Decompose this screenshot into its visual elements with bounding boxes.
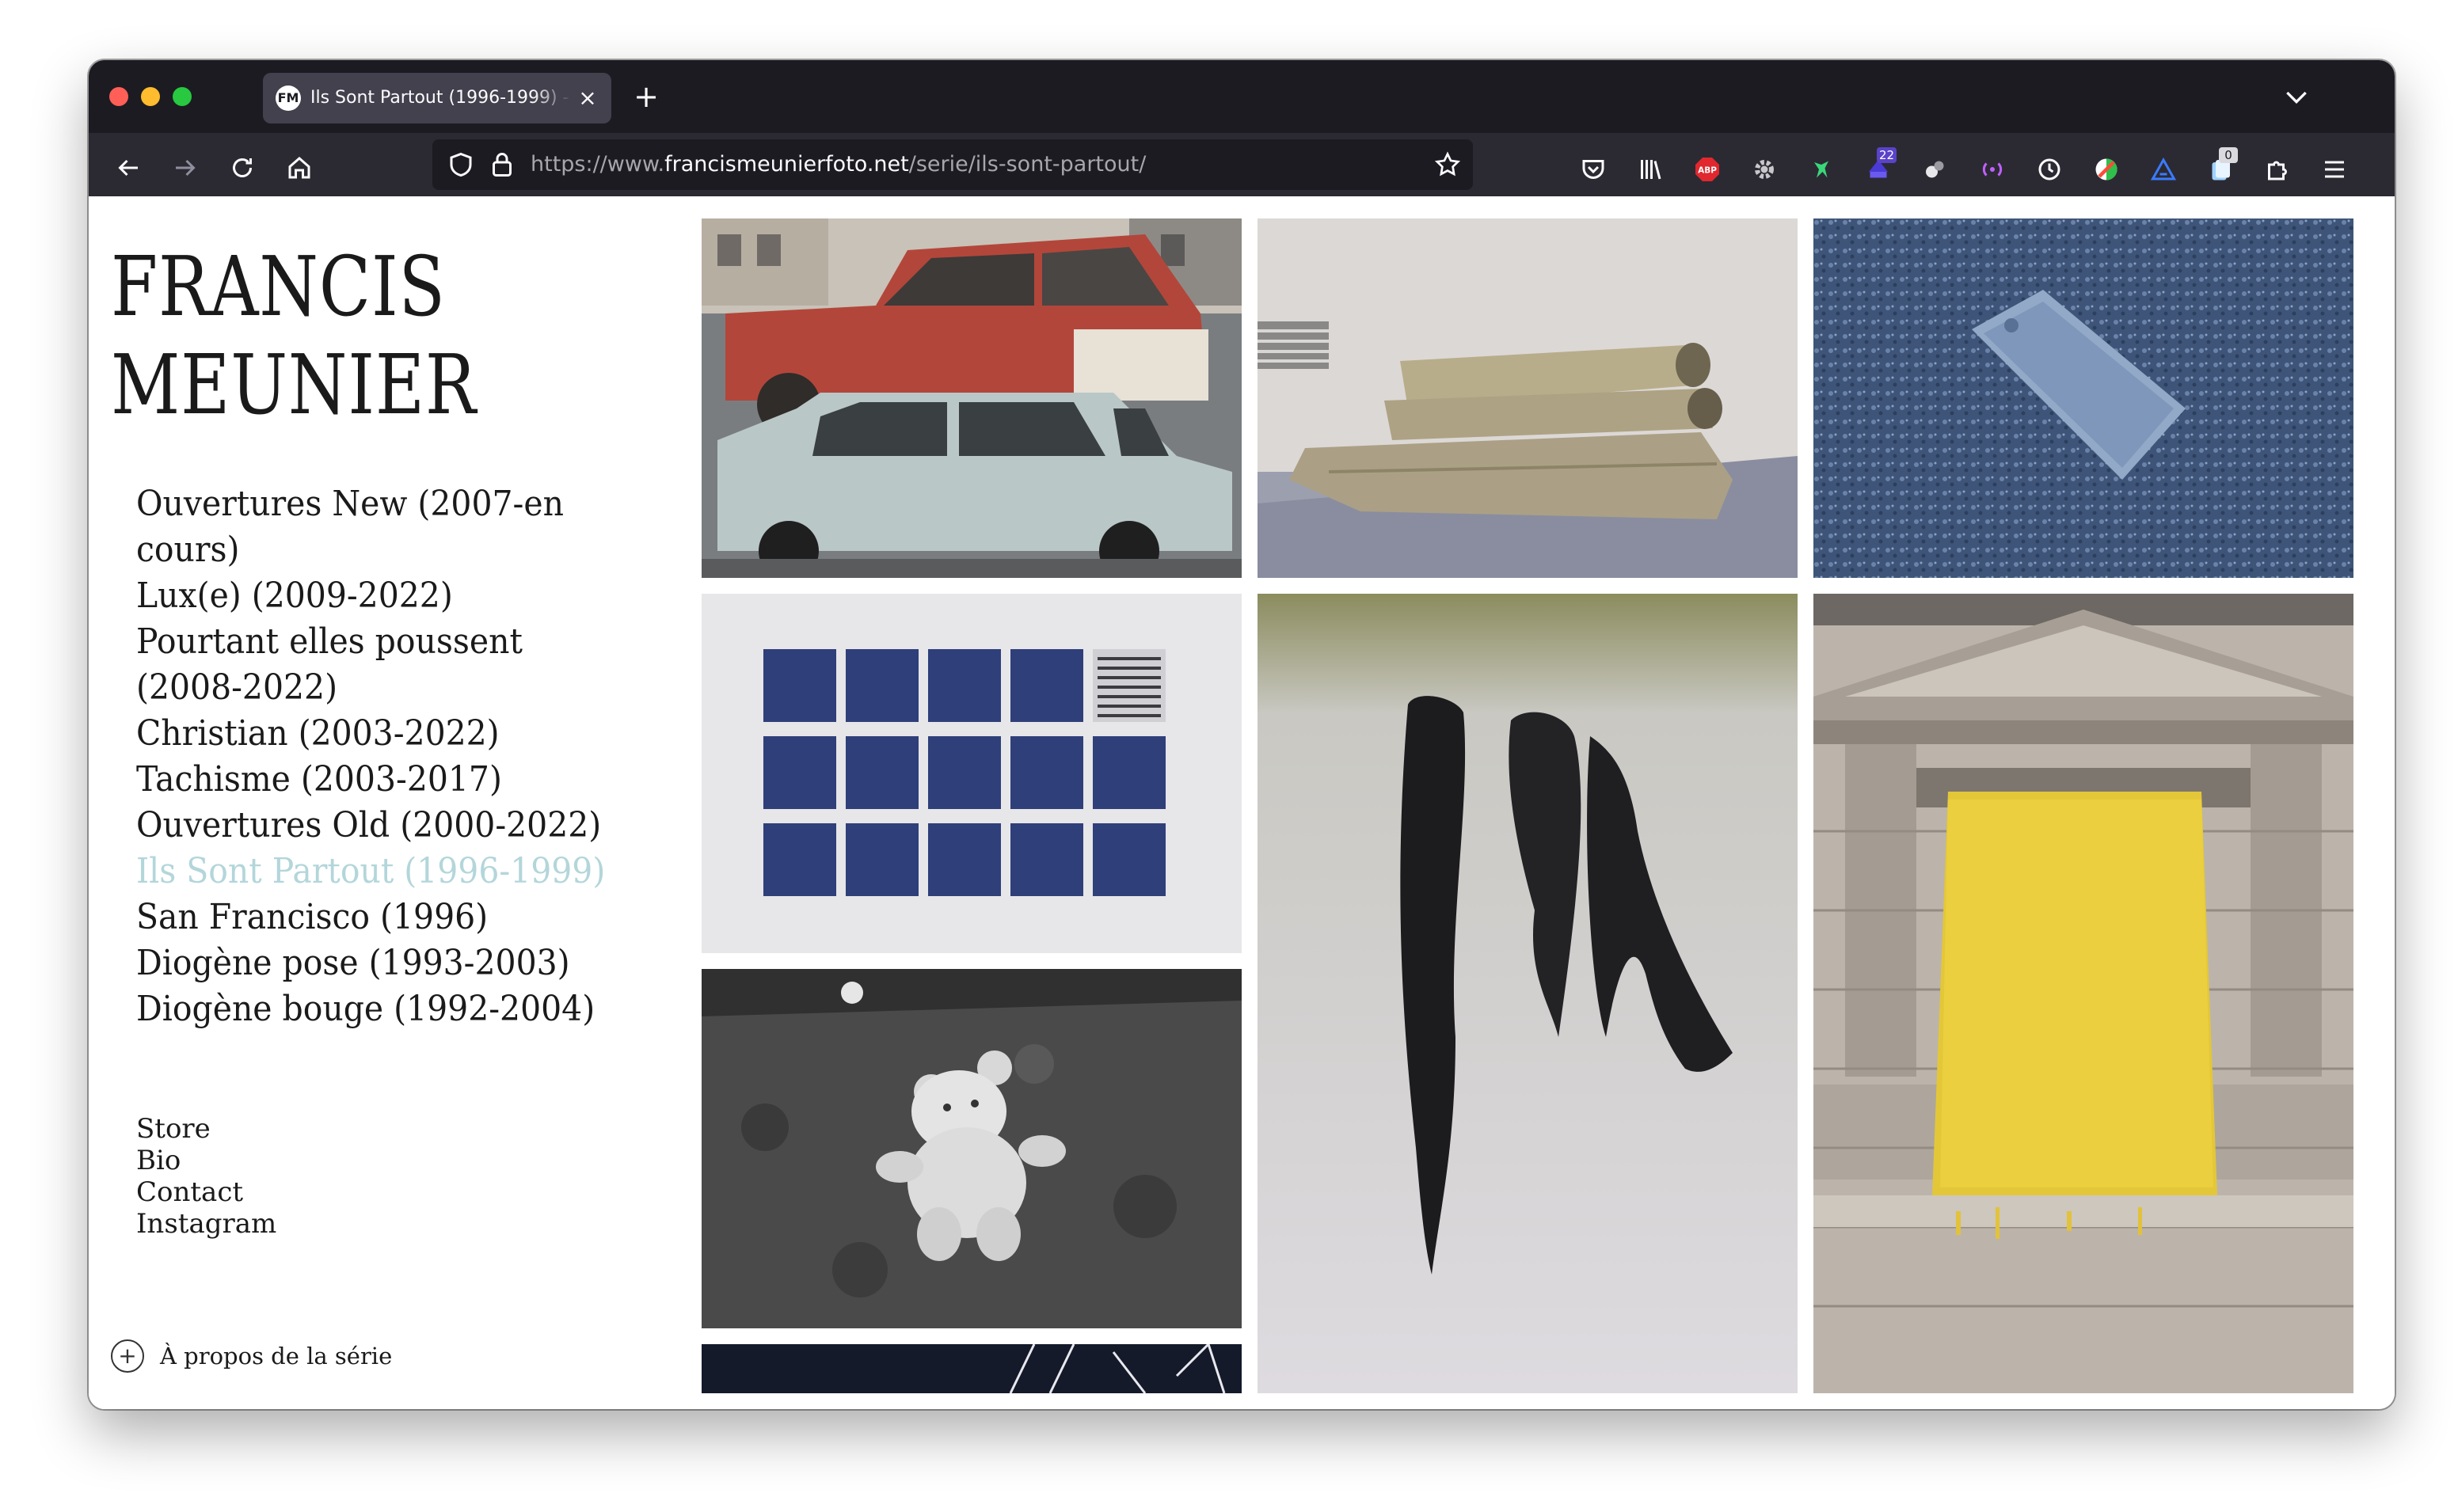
minimize-window-button[interactable] [141, 87, 160, 106]
library-icon[interactable] [1634, 154, 1666, 185]
series-link-luxe[interactable]: Lux(e) (2009-2022) [136, 573, 667, 619]
triangle-icon[interactable] [2148, 154, 2179, 185]
plus-circle-icon: + [111, 1339, 144, 1373]
about-series-label: À propos de la série [160, 1343, 393, 1370]
instagram-link[interactable]: Instagram [136, 1208, 276, 1240]
notification-icon[interactable]: 22 [1863, 147, 1897, 185]
svg-text:ABP: ABP [1698, 166, 1717, 176]
site-title-line2: MEUNIER [111, 336, 477, 433]
url-text[interactable]: https://www.francismeunierfoto.net/serie… [531, 139, 1146, 190]
series-link-diogene-pose[interactable]: Diogène pose (1993-2003) [136, 940, 667, 986]
bio-link[interactable]: Bio [136, 1145, 276, 1176]
web-page: FRANCIS MEUNIER Ouvertures New (2007-en … [89, 196, 2395, 1409]
series-link-ouvertures-old[interactable]: Ouvertures Old (2000-2022) [136, 803, 667, 849]
series-link-san-francisco[interactable]: San Francisco (1996) [136, 895, 667, 940]
photo-blue-asphalt[interactable] [1813, 218, 2353, 578]
chevron-down-icon[interactable] [2281, 81, 2312, 112]
reload-button[interactable] [223, 149, 261, 187]
menu-icon[interactable] [2319, 154, 2350, 185]
close-window-button[interactable] [109, 87, 128, 106]
clipboard-icon[interactable]: 0 [2205, 147, 2238, 185]
orbs-icon[interactable] [1920, 154, 1951, 185]
photo-black-stain[interactable] [1258, 594, 1798, 1393]
maximize-window-button[interactable] [173, 87, 192, 106]
contact-link[interactable]: Contact [136, 1176, 276, 1208]
series-link-pourtant-cont[interactable]: (2008-2022) [136, 665, 667, 711]
favicon-icon: FM [276, 85, 301, 111]
site-title[interactable]: FRANCIS MEUNIER [111, 237, 477, 434]
site-title-line1: FRANCIS [111, 238, 446, 335]
puzzle-icon[interactable] [2262, 154, 2293, 185]
counter-badge: 0 [2219, 147, 2238, 163]
series-link-pourtant[interactable]: Pourtant elles poussent [136, 619, 667, 665]
series-link-ouvertures-new[interactable]: Ouvertures New (2007-en [136, 481, 667, 527]
broadcast-icon[interactable] [1977, 154, 2008, 185]
series-link-christian[interactable]: Christian (2003-2022) [136, 711, 667, 757]
photo-stacked-cars[interactable] [702, 218, 1242, 578]
series-link-diogene-bouge[interactable]: Diogène bouge (1992-2004) [136, 986, 667, 1032]
browser-window: FM Ils Sont Partout (1996-1999) - F × + … [89, 60, 2395, 1409]
adblock-icon[interactable]: ABP [1691, 154, 1723, 185]
figure-icon[interactable] [1805, 154, 1837, 185]
arrow-left-icon [118, 159, 138, 177]
url-path: /serie/ils-sont-partout/ [908, 152, 1147, 177]
about-series-toggle[interactable]: + À propos de la série [111, 1339, 392, 1373]
tab-bar: FM Ils Sont Partout (1996-1999) - F × + [89, 60, 2395, 133]
forward-button[interactable] [166, 149, 204, 187]
arrow-right-icon [176, 159, 196, 177]
series-link-ils-sont-partout[interactable]: Ils Sont Partout (1996-1999) [136, 849, 667, 895]
url-host: francismeunierfoto.net [664, 152, 909, 177]
shield-icon[interactable] [447, 150, 475, 179]
url-bar[interactable]: https://www.francismeunierfoto.net/serie… [432, 139, 1473, 190]
notification-badge: 22 [1877, 147, 1897, 163]
tab-active[interactable]: FM Ils Sont Partout (1996-1999) - F × [263, 73, 611, 123]
store-link[interactable]: Store [136, 1113, 276, 1145]
photo-rolled-carpets[interactable] [1258, 218, 1798, 578]
series-link-tachisme[interactable]: Tachisme (2003-2017) [136, 757, 667, 803]
url-prefix: https://www. [531, 152, 665, 177]
photo-blue-windows[interactable] [702, 594, 1242, 953]
gear-icon[interactable] [1748, 154, 1780, 185]
color-icon[interactable] [2091, 154, 2122, 185]
tab-title: Ils Sont Partout (1996-1999) - F [310, 88, 572, 108]
pocket-icon[interactable] [1577, 154, 1609, 185]
series-nav: Ouvertures New (2007-en cours) Lux(e) (2… [136, 481, 706, 1032]
close-tab-icon[interactable]: × [573, 84, 602, 112]
photo-teddy-bear[interactable] [702, 969, 1242, 1328]
lock-icon[interactable] [488, 150, 516, 179]
back-button[interactable] [109, 149, 147, 187]
photo-yellow-pediment[interactable] [1813, 594, 2353, 1393]
new-tab-button[interactable]: + [629, 79, 664, 114]
star-icon[interactable] [1433, 150, 1462, 179]
photo-cracked-surface[interactable] [702, 1344, 1242, 1393]
secondary-nav: Store Bio Contact Instagram [136, 1113, 276, 1240]
reload-icon [233, 158, 252, 177]
home-icon [288, 157, 310, 179]
clock-icon[interactable] [2034, 154, 2065, 185]
home-button[interactable] [280, 149, 318, 187]
series-link-ouvertures-new-cont[interactable]: cours) [136, 527, 667, 573]
